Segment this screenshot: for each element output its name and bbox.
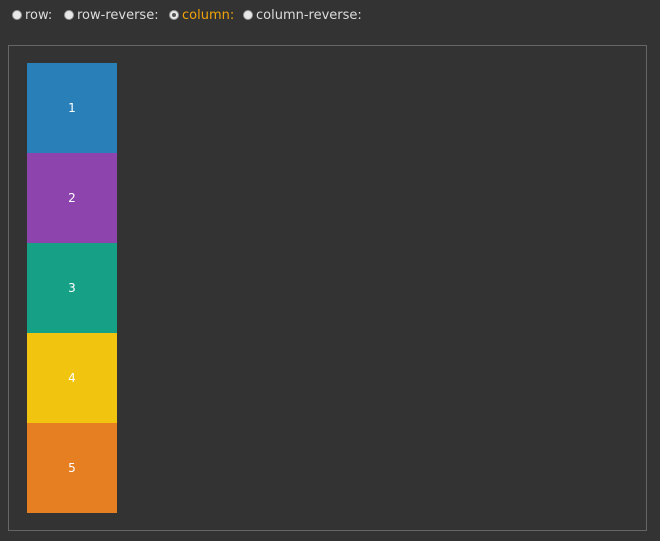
radio-row[interactable]: [12, 10, 22, 20]
flex-item-5: 5: [27, 423, 117, 513]
radio-column[interactable]: [169, 10, 179, 20]
option-row-reverse[interactable]: row-reverse:: [64, 7, 159, 23]
flex-item-1: 1: [27, 63, 117, 153]
flex-container: 1 2 3 4 5: [8, 45, 647, 531]
option-row-reverse-label: row-reverse:: [77, 7, 159, 23]
flex-item-4: 4: [27, 333, 117, 423]
option-row-label: row:: [25, 7, 53, 23]
option-column-label: column:: [182, 7, 235, 23]
flex-item-2: 2: [27, 153, 117, 243]
radio-row-reverse[interactable]: [64, 10, 74, 20]
flex-item-3: 3: [27, 243, 117, 333]
flex-item-5-label: 5: [68, 461, 76, 475]
flex-item-2-label: 2: [68, 191, 76, 205]
flex-item-3-label: 3: [68, 281, 76, 295]
flex-item-1-label: 1: [68, 101, 76, 115]
option-column-reverse[interactable]: column-reverse:: [243, 7, 362, 23]
option-row[interactable]: row:: [12, 7, 52, 23]
option-column[interactable]: column:: [169, 7, 234, 23]
flex-direction-options: row: row-reverse: column: column-reverse…: [0, 0, 660, 28]
radio-column-reverse[interactable]: [243, 10, 253, 20]
flex-item-4-label: 4: [68, 371, 76, 385]
option-column-reverse-label: column-reverse:: [256, 7, 362, 23]
